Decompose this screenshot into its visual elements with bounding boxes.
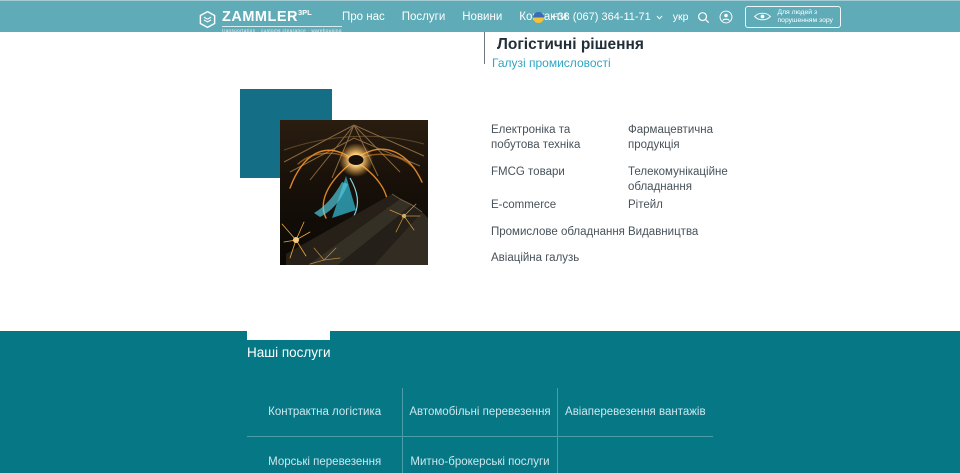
industries-list: Електроніка та побутова техніка FMCG тов… (491, 123, 765, 266)
industry-item-telecom[interactable]: Телекомунікаційне обладнання (628, 165, 750, 194)
title-divider-line (484, 32, 485, 64)
service-cell: Контрактна логістика (247, 388, 402, 437)
flag-ukraine-icon (533, 12, 544, 23)
industry-item-retail[interactable]: Рітейл (628, 198, 765, 213)
service-link-contract-logistics[interactable]: Контрактна логістика (268, 406, 381, 418)
eye-icon (753, 10, 772, 25)
nav-item-services[interactable]: Послуги (402, 11, 446, 23)
service-cell: Морські перевезення (247, 437, 402, 473)
our-services-section: Наші послуги Контрактна логістика Автомо… (0, 331, 960, 473)
industry-item-electronics[interactable]: Електроніка та побутова техніка (491, 123, 613, 152)
industries-link[interactable]: Галузі промисловості (492, 56, 611, 70)
page-title: Логістичні рішення (497, 36, 644, 54)
industry-item-pharma[interactable]: Фармацевтична продукція (628, 123, 750, 152)
service-link-sea-transport[interactable]: Морські перевезення (268, 456, 381, 468)
industry-item-publishing[interactable]: Видавництва (628, 225, 765, 240)
industry-item-aviation[interactable]: Авіаційна галузь (491, 251, 628, 266)
service-cell: Митно-брокерські послуги (402, 437, 557, 473)
chevron-down-icon[interactable] (656, 15, 663, 20)
service-cell: Авіаперевезення вантажів (558, 388, 713, 437)
warehouse-lightpainting-photo (280, 120, 428, 265)
header-right-cluster: +38 (067) 364-11-71 укр (533, 1, 841, 33)
zammler-page: ZAMMLER3PL transportation · customs clea… (0, 0, 960, 473)
logo-3pl-suffix: 3PL (298, 8, 312, 17)
logo-wordmark: ZAMMLER3PL (222, 5, 342, 25)
language-selector[interactable]: укр (673, 11, 689, 23)
services-section-title: Наші послуги (247, 345, 331, 360)
service-cell-empty (558, 437, 713, 473)
service-link-road-transport[interactable]: Автомобільні перевезення (409, 406, 550, 418)
nav-item-news[interactable]: Новини (462, 11, 502, 23)
logo[interactable]: ZAMMLER3PL transportation · customs clea… (198, 5, 342, 34)
phone-number-link[interactable]: +38 (067) 364-11-71 (551, 11, 651, 23)
logo-tagline: transportation · customs clearance · war… (222, 26, 342, 34)
industry-item-fmcg[interactable]: FMCG товари (491, 165, 628, 180)
search-icon[interactable] (695, 9, 711, 25)
accessibility-mode-button[interactable]: Для людей з порушенням зору (745, 6, 840, 28)
service-link-customs-broker[interactable]: Митно-брокерські послуги (410, 456, 549, 468)
top-navigation-bar: ZAMMLER3PL transportation · customs clea… (0, 0, 960, 32)
accessibility-button-line2: порушенням зору (777, 17, 832, 25)
services-links-grid: Контрактна логістика Автомобільні переве… (247, 388, 713, 473)
industry-item-industrial-equipment[interactable]: Промислове обладнання (491, 225, 628, 240)
service-link-air-freight[interactable]: Авіаперевезення вантажів (565, 406, 706, 418)
user-icon[interactable] (718, 9, 734, 25)
decorative-white-notch (247, 331, 330, 340)
nav-item-about[interactable]: Про нас (342, 11, 385, 23)
logo-icon (198, 10, 217, 29)
accessibility-button-line1: Для людей з (777, 9, 817, 17)
service-cell: Автомобільні перевезення (402, 388, 557, 437)
industry-item-ecommerce[interactable]: E-commerce (491, 198, 628, 213)
